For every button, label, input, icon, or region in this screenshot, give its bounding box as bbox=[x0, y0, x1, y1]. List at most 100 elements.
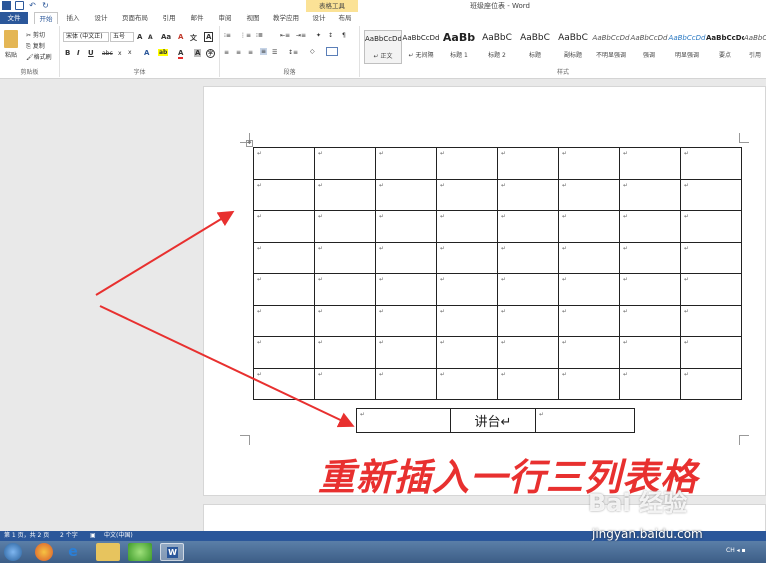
style-heading-1[interactable]: AaBb 标题 1 bbox=[440, 30, 478, 64]
align-left-icon[interactable]: ≡ bbox=[224, 49, 229, 56]
char-border-icon[interactable]: A bbox=[204, 32, 214, 42]
enclose-char-icon[interactable]: 字 bbox=[206, 49, 216, 58]
style-preview: AaBbCcDd bbox=[592, 34, 630, 42]
numbering-icon[interactable]: ⋮≡ bbox=[240, 32, 251, 39]
taskbar: e W CH ◂ ▪ bbox=[0, 541, 766, 563]
align-right-icon[interactable]: ≡ bbox=[248, 49, 253, 56]
font-name-combo[interactable]: 宋体 (中文正) bbox=[63, 32, 109, 42]
language-indicator[interactable]: 中文(中国) bbox=[104, 531, 133, 541]
paste-icon[interactable] bbox=[4, 30, 18, 48]
highlight-icon[interactable]: ab bbox=[158, 49, 169, 56]
paste-button[interactable]: 粘贴 bbox=[5, 50, 17, 59]
bold-button[interactable]: B bbox=[65, 49, 70, 57]
explorer-icon[interactable] bbox=[96, 543, 120, 561]
tab-design[interactable]: 设计 bbox=[90, 12, 112, 24]
justify-icon[interactable]: ≡ bbox=[260, 48, 268, 55]
style-strong[interactable]: AaBbCcDd 要点 bbox=[706, 30, 744, 64]
sort-icon[interactable]: ↕ bbox=[328, 32, 333, 39]
style-name: ↵ 正文 bbox=[373, 53, 393, 60]
style-heading-2[interactable]: AaBbC 标题 2 bbox=[478, 30, 516, 64]
tab-table-design[interactable]: 设计 bbox=[308, 12, 330, 24]
char-shading-icon[interactable]: A bbox=[194, 49, 202, 57]
paragraph-group: ⁝≡ ⋮≡ ⁝≣ ⇤≡ ⇥≡ ✦ ↕ ¶ ≡ ≡ ≡ ≡ ☰ ↕≡ ◇ 段落 bbox=[220, 26, 360, 77]
style-no-spacing[interactable]: AaBbCcDd ↵ 无间隔 bbox=[402, 30, 440, 64]
style-subtitle[interactable]: AaBbC 副标题 bbox=[554, 30, 592, 64]
font-group: 宋体 (中文正) 五号 A A Aa A 文 A B I U abc x x A… bbox=[60, 26, 220, 77]
tab-file[interactable]: 文件 bbox=[0, 12, 28, 24]
style-subtle-emphasis[interactable]: AaBbCcDd 不明显强调 bbox=[592, 30, 630, 64]
clear-format-icon[interactable]: A bbox=[178, 33, 183, 41]
copy-button[interactable]: ⎘ 复制 bbox=[26, 41, 45, 51]
decrease-indent-icon[interactable]: ⇤≡ bbox=[280, 32, 290, 39]
style-preview: AaBbCcDd bbox=[402, 34, 440, 42]
italic-button[interactable]: I bbox=[77, 49, 80, 57]
style-preview: AaBbC bbox=[520, 33, 550, 43]
media-app-icon[interactable] bbox=[35, 543, 53, 561]
style-preview: AaBbCcDd bbox=[365, 35, 401, 43]
tab-review[interactable]: 审阅 bbox=[214, 12, 236, 24]
borders-icon[interactable] bbox=[326, 47, 338, 56]
phonetic-guide-icon[interactable]: 文 bbox=[190, 33, 197, 43]
styles-group: AaBbCcDd ↵ 正文 AaBbCcDd ↵ 无间隔 AaBb 标题 1 AaBb… bbox=[360, 26, 766, 77]
word-app-icon bbox=[2, 1, 11, 10]
arrow-to-podium bbox=[99, 305, 355, 428]
style-name: 标题 1 bbox=[450, 52, 468, 59]
copy-icon: ⎘ bbox=[26, 43, 31, 50]
clipboard-group: 粘贴 ✂ 剪切 ⎘ 复制 🖌格式刷 剪贴板 bbox=[0, 26, 60, 77]
underline-button[interactable]: U bbox=[88, 49, 94, 57]
tab-home[interactable]: 开始 bbox=[34, 12, 58, 24]
font-color-icon[interactable]: A bbox=[178, 49, 184, 59]
page-count[interactable]: 第 1 页，共 2 页 bbox=[4, 531, 49, 541]
word-taskbar-icon[interactable]: W bbox=[160, 543, 184, 561]
word-count[interactable]: 2 个字 bbox=[60, 531, 78, 541]
style-preview: AaBb bbox=[442, 31, 476, 44]
tab-insert[interactable]: 插入 bbox=[62, 12, 84, 24]
tray-icons[interactable]: CH ◂ ▪ bbox=[726, 547, 746, 554]
redo-icon[interactable]: ↻ bbox=[41, 1, 50, 10]
clipboard-group-label: 剪贴板 bbox=[20, 69, 39, 76]
style-title[interactable]: AaBbC 标题 bbox=[516, 30, 554, 64]
arrow-to-table bbox=[95, 210, 235, 296]
tab-mailings[interactable]: 邮件 bbox=[186, 12, 208, 24]
strikethrough-button[interactable]: abc bbox=[102, 50, 113, 57]
shading-icon[interactable]: ◇ bbox=[310, 48, 315, 55]
style-name: 要点 bbox=[718, 52, 731, 59]
change-case-icon[interactable]: Aa bbox=[161, 33, 171, 41]
tab-teaching[interactable]: 教学应用 bbox=[270, 12, 302, 24]
watermark: Bai 经验 bbox=[588, 489, 688, 517]
style-emphasis[interactable]: AaBbCcDd 强调 bbox=[630, 30, 668, 64]
app-icon[interactable] bbox=[128, 543, 152, 561]
align-center-icon[interactable]: ≡ bbox=[236, 49, 241, 56]
ie-icon[interactable]: e bbox=[64, 543, 82, 561]
style-intense-emphasis[interactable]: AaBbCcDd 明显强调 bbox=[668, 30, 706, 64]
increase-indent-icon[interactable]: ⇥≡ bbox=[296, 32, 306, 39]
style-preview: AaBbC bbox=[482, 33, 512, 43]
font-size-combo[interactable]: 五号 bbox=[110, 32, 134, 42]
tab-page-layout[interactable]: 页面布局 bbox=[118, 12, 152, 24]
style-quote[interactable]: AaBbCcDd 引用 bbox=[744, 30, 766, 64]
distributed-icon[interactable]: ☰ bbox=[272, 49, 277, 56]
subscript-button[interactable]: x bbox=[118, 50, 122, 57]
start-button-icon[interactable] bbox=[4, 543, 22, 561]
tab-references[interactable]: 引用 bbox=[158, 12, 180, 24]
tab-table-layout[interactable]: 布局 bbox=[334, 12, 356, 24]
show-marks-icon[interactable]: ¶ bbox=[342, 32, 346, 39]
tab-view[interactable]: 视图 bbox=[242, 12, 264, 24]
proofing-icon[interactable]: ▣ bbox=[90, 531, 96, 541]
style-normal[interactable]: AaBbCcDd ↵ 正文 bbox=[364, 30, 402, 64]
cut-button[interactable]: ✂ 剪切 bbox=[26, 30, 45, 39]
copy-label: 复制 bbox=[32, 43, 45, 50]
undo-icon[interactable]: ↶ bbox=[28, 1, 37, 10]
text-effects-icon[interactable]: A bbox=[144, 49, 149, 57]
save-icon[interactable] bbox=[15, 1, 24, 10]
style-name: 明显强调 bbox=[674, 52, 699, 59]
bullets-icon[interactable]: ⁝≡ bbox=[224, 32, 231, 39]
shrink-font-icon[interactable]: A bbox=[148, 34, 153, 41]
styles-group-label: 样式 bbox=[556, 69, 569, 76]
grow-font-icon[interactable]: A bbox=[137, 33, 142, 41]
multilevel-list-icon[interactable]: ⁝≣ bbox=[256, 32, 263, 39]
superscript-button[interactable]: x bbox=[128, 49, 132, 56]
line-spacing-icon[interactable]: ↕≡ bbox=[288, 49, 298, 56]
format-painter-button[interactable]: 🖌格式刷 bbox=[26, 52, 52, 61]
chinese-layout-icon[interactable]: ✦ bbox=[316, 32, 321, 39]
